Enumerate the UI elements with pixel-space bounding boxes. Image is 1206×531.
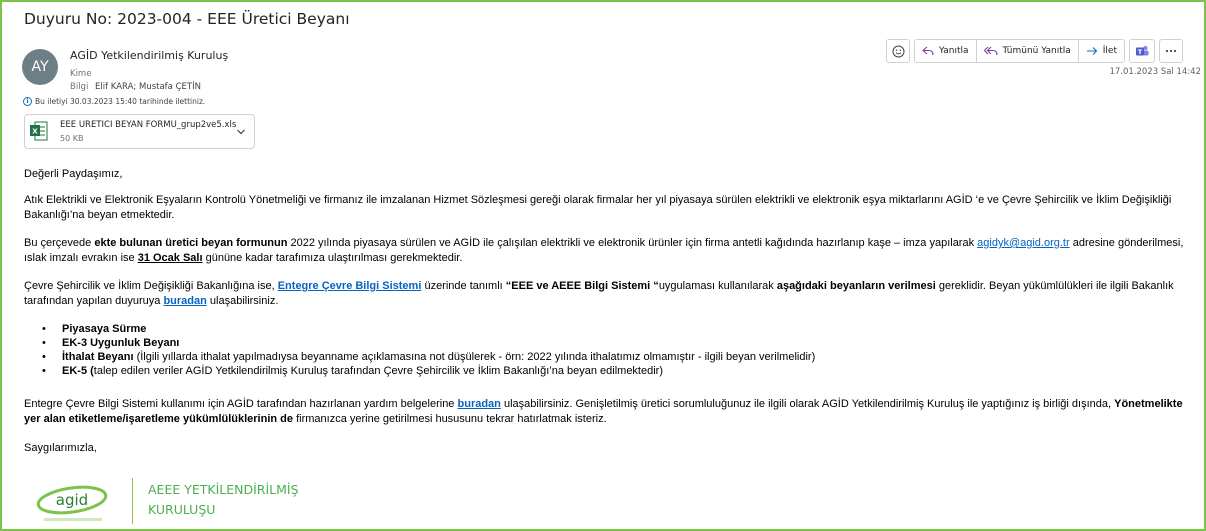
chevron-down-icon[interactable]	[236, 127, 246, 137]
paragraph-1: Atık Elektrikli ve Elektronik Eşyaların …	[24, 194, 1172, 221]
cc-label: Bilgi	[70, 82, 89, 92]
ecbs-link[interactable]: Entegre Çevre Bilgi Sistemi	[278, 280, 422, 292]
smiley-icon	[892, 45, 904, 57]
signature-line-1: AEEE YETKİLENDİRİLMİŞ	[148, 482, 299, 497]
reply-all-label: Tümünü Yanıtla	[1002, 46, 1071, 56]
attachment-card[interactable]: X EEE URETICI BEYAN FORMU_grup2ve5.xls 5…	[24, 114, 255, 149]
sender-avatar[interactable]: AY	[22, 49, 58, 85]
reply-label: Yanıtla	[939, 46, 969, 56]
agid-logo: agid	[36, 485, 108, 521]
list-item: EK-3 Uygunluk Beyanı	[42, 336, 1202, 351]
signature-text: AEEE YETKİLENDİRİLMİŞ KURULUŞU	[148, 480, 299, 520]
reply-button[interactable]: Yanıtla	[915, 40, 977, 62]
info-icon: i	[23, 97, 32, 106]
email-frame	[0, 0, 1206, 531]
reply-button-group: Yanıtla Tümünü Yanıtla İlet	[914, 39, 1125, 63]
forward-info: i Bu iletiyi 30.03.2023 15:40 tarihinde …	[23, 97, 205, 106]
forward-label: İlet	[1102, 46, 1117, 56]
to-label: Kime	[70, 69, 92, 79]
forward-arrow-icon	[1086, 47, 1098, 55]
emoji-button[interactable]	[886, 39, 910, 63]
email-subject: Duyuru No: 2023-004 - EEE Üretici Beyanı	[24, 10, 350, 28]
sender-name[interactable]: AGİD Yetkilendirilmiş Kuruluş	[70, 49, 228, 62]
reply-all-icon	[983, 46, 998, 56]
svg-text:T: T	[1138, 48, 1143, 56]
more-dots-icon	[1165, 49, 1177, 53]
cc-recipients[interactable]: Elif KARA; Mustafa ÇETİN	[95, 82, 201, 92]
list-item: EK-5 (talep edilen veriler AGİD Yetkilen…	[42, 364, 1202, 379]
signature-divider	[132, 478, 133, 524]
reply-all-button[interactable]: Tümünü Yanıtla	[976, 40, 1079, 62]
list-item: Piyasaya Sürme	[42, 322, 1202, 337]
email-link[interactable]: agidyk@agid.org.tr	[977, 237, 1070, 249]
more-options-button[interactable]	[1159, 39, 1183, 63]
attachment-size: 50 KB	[60, 134, 84, 143]
declaration-list: Piyasaya Sürme EK-3 Uygunluk Beyanı İtha…	[42, 322, 1202, 379]
svg-text:X: X	[32, 128, 38, 136]
paragraph-4: Entegre Çevre Bilgi Sistemi kullanımı iç…	[24, 398, 1183, 425]
excel-file-icon: X	[30, 121, 48, 141]
paragraph-3: Çevre Şehircilik ve İklim Değişikliği Ba…	[24, 280, 1174, 307]
help-docs-link[interactable]: buradan	[458, 398, 501, 410]
attachment-name: EEE URETICI BEYAN FORMU_grup2ve5.xls	[60, 120, 237, 130]
greeting: Değerli Paydaşımız,	[24, 168, 123, 180]
closing: Saygılarımızla,	[24, 442, 97, 454]
cc-line: Bilgi Elif KARA; Mustafa ÇETİN	[70, 82, 201, 92]
email-date: 17.01.2023 Sal 14:42	[1109, 67, 1201, 77]
forward-info-text: Bu iletiyi 30.03.2023 15:40 tarihinde il…	[35, 97, 206, 106]
reply-icon	[922, 46, 934, 56]
logo-wordmark: agid	[56, 491, 88, 509]
forward-button[interactable]: İlet	[1078, 40, 1124, 62]
paragraph-2: Bu çerçevede ekte bulunan üretici beyan …	[24, 237, 1184, 264]
teams-icon: T	[1136, 45, 1149, 56]
list-item: İthalat Beyanı (İlgili yıllarda ithalat …	[42, 350, 1202, 365]
teams-button[interactable]: T	[1129, 39, 1155, 63]
signature-line-2: KURULUŞU	[148, 502, 216, 517]
message-toolbar: Yanıtla Tümünü Yanıtla İlet T	[886, 39, 1183, 63]
announcement-link[interactable]: buradan	[163, 295, 206, 307]
